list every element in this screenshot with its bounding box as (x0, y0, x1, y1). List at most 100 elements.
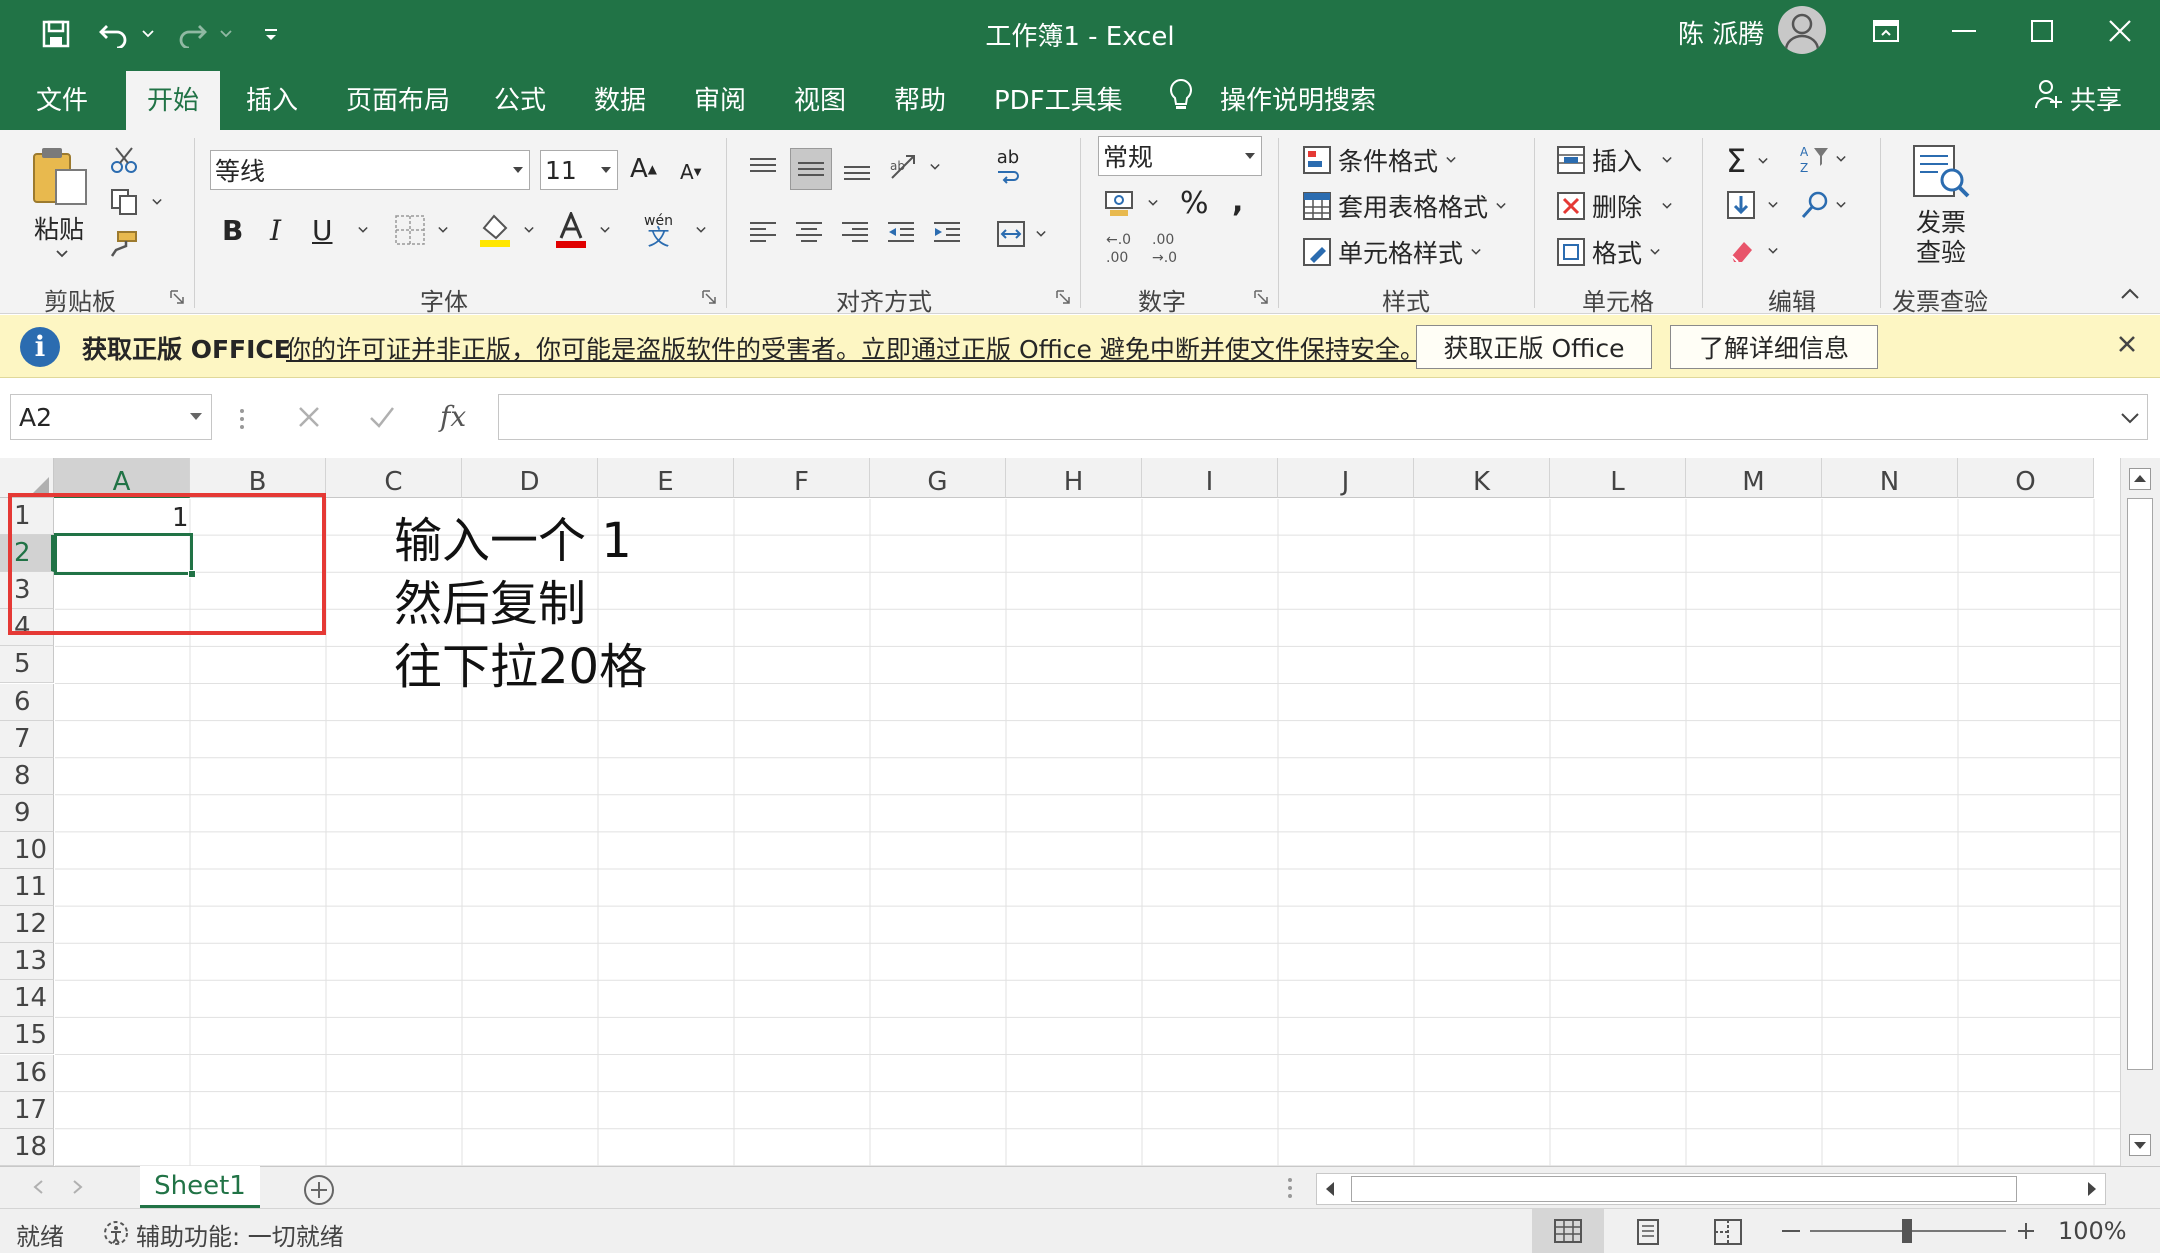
zoom-slider-thumb[interactable] (1902, 1219, 1912, 1243)
tab-page-layout[interactable]: 页面布局 (346, 80, 450, 117)
scroll-up-icon[interactable] (2129, 468, 2151, 490)
cut-icon[interactable] (110, 146, 138, 174)
prev-sheet-icon[interactable] (32, 1179, 44, 1195)
format-as-table-button[interactable]: 套用表格格式 (1302, 188, 1506, 224)
number-format-select[interactable]: 常规 (1098, 136, 1262, 176)
insert-function-button[interactable]: fx (440, 400, 466, 433)
font-color-icon[interactable] (554, 212, 610, 248)
vertical-scroll-thumb[interactable] (2127, 498, 2153, 1070)
tab-view[interactable]: 视图 (794, 80, 846, 117)
insert-cells-button[interactable]: 插入 (1556, 142, 1672, 178)
row-header-12[interactable]: 12 (0, 906, 54, 944)
column-header-l[interactable]: L (1550, 458, 1686, 498)
tab-pdf-tools[interactable]: PDF工具集 (994, 80, 1123, 117)
page-layout-view-icon[interactable] (1634, 1219, 1662, 1245)
phonetic-guide-button[interactable]: wén 文 (644, 212, 673, 250)
accounting-format-icon[interactable] (1104, 188, 1158, 218)
tell-me-search[interactable]: 操作说明搜索 (1220, 80, 1376, 117)
copy-icon[interactable] (110, 188, 162, 216)
cancel-entry-icon[interactable] (296, 404, 322, 430)
horizontal-scroll-thumb[interactable] (1351, 1176, 2017, 1202)
delete-cells-button[interactable]: 删除 (1556, 188, 1672, 224)
orientation-icon[interactable]: ab (888, 152, 940, 182)
message-text[interactable]: 你的许可证并非正版，你可能是盗版软件的受害者。立即通过正版 Office 避免中… (286, 330, 1425, 366)
tab-help[interactable]: 帮助 (894, 80, 946, 117)
user-name[interactable]: 陈 派腾 (1678, 14, 1764, 51)
column-header-o[interactable]: O (1958, 458, 2094, 498)
column-header-f[interactable]: F (734, 458, 870, 498)
accessibility-icon[interactable] (102, 1219, 130, 1247)
select-all-button[interactable] (0, 458, 54, 498)
close-icon[interactable] (2090, 8, 2150, 54)
formula-input[interactable] (498, 394, 2148, 440)
tab-formulas[interactable]: 公式 (494, 80, 546, 117)
share-button[interactable]: 共享 (2070, 80, 2122, 117)
collapse-ribbon-icon[interactable] (2120, 288, 2140, 300)
horizontal-scrollbar[interactable] (1316, 1173, 2106, 1205)
column-header-a[interactable]: A (54, 458, 190, 498)
tab-insert[interactable]: 插入 (246, 80, 298, 117)
sort-filter-icon[interactable]: AZ (1800, 144, 1846, 174)
minimize-icon[interactable] (1934, 8, 1994, 54)
paste-icon[interactable] (28, 146, 92, 206)
paste-dropdown-icon[interactable] (56, 250, 68, 258)
wrap-text-button[interactable]: ab (996, 148, 1020, 184)
row-header-8[interactable]: 8 (0, 757, 54, 795)
decrease-indent-icon[interactable] (886, 220, 916, 246)
invoice-check-button[interactable]: 发票 查验 (1916, 208, 1966, 268)
format-painter-icon[interactable] (110, 230, 138, 258)
row-header-17[interactable]: 17 (0, 1091, 54, 1129)
learn-more-button[interactable]: 了解详细信息 (1670, 325, 1878, 369)
zoom-in-icon[interactable] (2016, 1221, 2036, 1241)
clear-icon[interactable] (1726, 236, 1778, 266)
font-launcher-icon[interactable] (702, 290, 716, 304)
zoom-out-icon[interactable] (1782, 1229, 1800, 1233)
align-middle-icon[interactable] (790, 148, 832, 190)
vertical-scrollbar[interactable] (2120, 458, 2160, 1166)
formula-bar-grip-icon[interactable] (238, 408, 246, 430)
sheet-tab-sheet1[interactable]: Sheet1 (140, 1166, 260, 1208)
share-icon[interactable] (2034, 78, 2064, 117)
row-header-11[interactable]: 11 (0, 869, 54, 906)
row-header-5[interactable]: 5 (0, 646, 54, 684)
column-header-g[interactable]: G (870, 458, 1006, 498)
align-left-icon[interactable] (748, 220, 778, 246)
row-header-16[interactable]: 16 (0, 1054, 54, 1092)
row-header-10[interactable]: 10 (0, 831, 54, 869)
get-genuine-office-button[interactable]: 获取正版 Office (1416, 325, 1652, 369)
font-name-select[interactable]: 等线 (210, 150, 530, 190)
phonetic-dropdown-icon[interactable] (688, 226, 706, 234)
scroll-down-icon[interactable] (2129, 1134, 2151, 1156)
column-header-h[interactable]: H (1006, 458, 1142, 498)
align-bottom-icon[interactable] (842, 156, 872, 182)
increase-indent-icon[interactable] (932, 220, 962, 246)
scroll-right-icon[interactable] (2085, 1180, 2099, 1198)
align-center-icon[interactable] (794, 220, 824, 246)
paste-button[interactable]: 粘贴 (34, 210, 84, 246)
column-header-k[interactable]: K (1414, 458, 1550, 498)
expand-formula-bar-icon[interactable] (2120, 412, 2140, 424)
active-cell-a2[interactable] (54, 533, 193, 575)
column-header-n[interactable]: N (1822, 458, 1958, 498)
align-right-icon[interactable] (840, 220, 870, 246)
underline-dropdown-icon[interactable] (350, 226, 368, 234)
find-select-icon[interactable] (1800, 190, 1846, 220)
cell-styles-button[interactable]: 单元格样式 (1302, 234, 1481, 270)
maximize-icon[interactable] (2012, 8, 2072, 54)
alignment-launcher-icon[interactable] (1056, 290, 1070, 304)
column-header-c[interactable]: C (326, 458, 462, 498)
comma-button[interactable]: , (1232, 184, 1243, 219)
status-accessibility[interactable]: 辅助功能: 一切就绪 (136, 1217, 344, 1252)
format-cells-button[interactable]: 格式 (1556, 234, 1660, 270)
column-header-b[interactable]: B (190, 458, 326, 498)
column-header-i[interactable]: I (1142, 458, 1278, 498)
next-sheet-icon[interactable] (72, 1179, 84, 1195)
tab-data[interactable]: 数据 (594, 80, 646, 117)
column-header-j[interactable]: J (1278, 458, 1414, 498)
merge-center-icon[interactable] (996, 220, 1046, 248)
fill-color-icon[interactable] (478, 212, 534, 248)
confirm-entry-icon[interactable] (368, 404, 396, 430)
increase-decimal-icon[interactable]: ←.0.00 (1104, 230, 1138, 266)
row-header-9[interactable]: 9 (0, 794, 54, 832)
number-launcher-icon[interactable] (1254, 290, 1268, 304)
